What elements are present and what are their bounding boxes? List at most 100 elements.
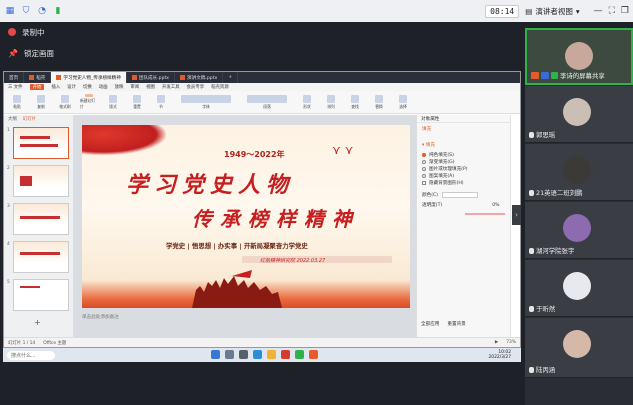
menu-member[interactable]: 会员专享 (187, 84, 205, 90)
ribbon-find[interactable]: 查找 (346, 94, 364, 110)
slide-thumbnail[interactable]: 5 (7, 279, 69, 311)
option-picture-fill[interactable]: 图片或纹理填充(P) (422, 165, 515, 172)
ribbon-replace[interactable]: 替换 (370, 94, 388, 110)
avatar (563, 98, 591, 126)
ribbon-paragraph[interactable]: 段落 (242, 94, 292, 110)
folder-icon[interactable] (267, 350, 276, 359)
ribbon-paste[interactable]: 粘贴 (8, 94, 26, 110)
ribbon-new-slide[interactable]: 新建幻灯片 (80, 94, 98, 110)
tab-current-ppt[interactable]: 学习党史人物_传承榜样精神 (51, 72, 127, 83)
menu-design[interactable]: 设计 (67, 84, 76, 90)
ribbon-font[interactable]: 字体 (176, 94, 236, 110)
menu-review[interactable]: 审阅 (130, 84, 139, 90)
search-icon[interactable] (225, 350, 234, 359)
tab-slides[interactable]: 幻灯片 (23, 116, 36, 122)
recording-status[interactable]: 录制中 (8, 24, 78, 40)
fill-tab[interactable]: 填充 (422, 126, 515, 132)
ribbon-format-painter[interactable]: 格式刷 (56, 94, 74, 110)
slide-org: 红船精神研究院 2022.03.27 (260, 258, 326, 264)
restore-icon[interactable]: ❐ (621, 6, 629, 16)
avatar (563, 156, 591, 184)
transparency-value: 0% (492, 202, 500, 208)
chevron-right-icon[interactable]: › (512, 205, 521, 225)
play-icon[interactable]: ▶ (495, 340, 498, 345)
flag-decoration (82, 125, 166, 155)
avatar (563, 330, 591, 358)
timer-icon[interactable]: ◔ (36, 5, 48, 17)
shield-icon[interactable]: ⛉ (20, 5, 32, 17)
slide-thumbnail[interactable]: 3 (7, 203, 69, 235)
ribbon-select[interactable]: 选择 (394, 94, 412, 110)
ribbon-copy[interactable]: 复制 (32, 94, 50, 110)
ribbon-reset[interactable]: 重置 (128, 94, 146, 110)
option-solid-fill[interactable]: 纯色填充(S) (422, 151, 515, 158)
current-slide[interactable]: ⋎ ⋎ 1949～2022年 学习党史人物 传承榜样精神 学党史 | 悟思想 |… (82, 125, 410, 308)
participant-tile[interactable]: 李诗的屏幕共享 (525, 28, 633, 85)
tab-outline[interactable]: 大纲 (8, 116, 17, 122)
menu-transition[interactable]: 切换 (83, 84, 92, 90)
menu-animation[interactable]: 动画 (99, 84, 108, 90)
mic-icon (529, 305, 534, 312)
apply-all-button[interactable]: 全部应用 (421, 321, 439, 327)
participant-tile[interactable]: 21英语二班刘鹏 (525, 144, 633, 201)
menu-file[interactable]: 三 文件 (8, 84, 23, 90)
participant-tile[interactable]: 郭思瑶 (525, 86, 633, 143)
wechat-icon[interactable] (295, 350, 304, 359)
menu-bar: 三 文件 开始 插入 设计 切换 动画 放映 审阅 视图 开发工具 会员专享 稻… (4, 83, 520, 91)
taskbar-search[interactable]: 搜点什么... (7, 350, 55, 360)
recording-label: 录制中 (22, 27, 45, 37)
mic-icon (551, 72, 558, 79)
mic-icon (529, 189, 534, 196)
color-select[interactable] (441, 192, 478, 198)
ppt-app-icon[interactable] (309, 350, 318, 359)
ribbon-shapes[interactable]: 形状 (298, 94, 316, 110)
wps-icon[interactable] (281, 350, 290, 359)
minimize-icon[interactable]: — (594, 6, 603, 16)
avatar (563, 272, 591, 300)
notes-placeholder[interactable]: 单击此处添加备注 (82, 314, 119, 320)
menu-view[interactable]: 视图 (146, 84, 155, 90)
slide-thumbnail[interactable]: 2 (7, 165, 69, 197)
lock-status[interactable]: 📌 锁定画面 (8, 45, 78, 61)
tab-ppt-3[interactable]: 演讲文稿.pptx (175, 72, 224, 83)
new-tab-button[interactable]: + (223, 72, 239, 83)
participants-panel: 李诗的屏幕共享 郭思瑶 21英语二班刘鹏 湖河学院张宇 于昕然 陆丙涵 (525, 28, 633, 405)
participant-tile[interactable]: 陆丙涵 (525, 318, 633, 378)
shared-screen: 首页 稻壳 学习党史人物_传承榜样精神 团队成长.pptx 演讲文稿.pptx … (3, 71, 521, 348)
fill-section: 填充 ▾ 填充 纯色填充(S) 渐变填充(G) 图片或纹理填充(P) 图案填充(… (417, 123, 520, 211)
transparency-slider[interactable] (465, 213, 505, 215)
option-gradient-fill[interactable]: 渐变填充(G) (422, 158, 515, 165)
zoom-level[interactable]: 73% (506, 340, 516, 345)
taskview-icon[interactable] (239, 350, 248, 359)
ribbon-section[interactable]: 节 (152, 94, 170, 110)
participant-tile[interactable]: 湖河学院张宇 (525, 202, 633, 259)
mic-icon (529, 131, 534, 138)
option-hide-background[interactable]: 隐藏背景图形(H) (422, 179, 515, 186)
ribbon-arrange[interactable]: 排列 (322, 94, 340, 110)
slide-thumbnail[interactable]: 1 (7, 127, 69, 159)
menu-resources[interactable]: 稻壳资源 (211, 84, 229, 90)
slide-thumbnail[interactable]: 4 (7, 241, 69, 273)
menu-developer[interactable]: 开发工具 (162, 84, 180, 90)
edge-icon[interactable] (253, 350, 262, 359)
participant-tile[interactable]: 于昕然 (525, 260, 633, 317)
add-slide-button[interactable]: + (34, 318, 41, 327)
ribbon-layout[interactable]: 版式 (104, 94, 122, 110)
grid-icon[interactable]: ▦ (4, 5, 16, 17)
lock-label: 锁定画面 (23, 48, 54, 58)
menu-slideshow[interactable]: 放映 (115, 84, 124, 90)
menu-home[interactable]: 开始 (29, 84, 45, 90)
view-switch-button[interactable]: ▤ 演讲者视图 ▾ (525, 6, 579, 17)
figures-silhouette (192, 270, 282, 308)
reset-background-button[interactable]: 重置背景 (447, 321, 465, 327)
doves-decoration: ⋎ ⋎ (332, 143, 354, 157)
host-icon (531, 72, 539, 79)
tab-docer[interactable]: 稻壳 (24, 72, 52, 83)
fullscreen-icon[interactable]: ⛶ (609, 6, 615, 16)
start-icon[interactable] (211, 350, 220, 359)
tab-ppt-2[interactable]: 团队成长.pptx (127, 72, 176, 83)
menu-insert[interactable]: 插入 (51, 84, 60, 90)
slide-years: 1949～2022年 (224, 150, 285, 159)
tab-home[interactable]: 首页 (4, 72, 25, 83)
option-pattern-fill[interactable]: 图案填充(A) (422, 172, 515, 179)
